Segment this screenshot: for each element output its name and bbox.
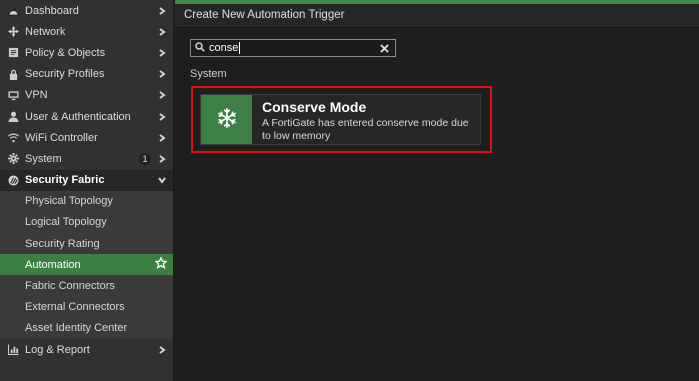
star-icon[interactable] xyxy=(154,256,168,272)
chevron-right-icon xyxy=(157,133,167,143)
wifi-icon xyxy=(7,132,19,144)
nav-security-fabric[interactable]: Security Fabric xyxy=(0,169,173,191)
lock-icon xyxy=(7,68,19,80)
sub-item-external-connectors[interactable]: External Connectors xyxy=(0,296,173,318)
nav-user-authentication[interactable]: User & Authentication xyxy=(0,106,173,127)
notification-badge: 1 xyxy=(139,152,151,165)
trigger-card-conserve-mode[interactable]: Conserve Mode A FortiGate has entered co… xyxy=(200,94,481,145)
nav-vpn[interactable]: VPN xyxy=(0,85,173,106)
clear-icon[interactable] xyxy=(377,41,391,55)
group-heading: System xyxy=(190,68,227,80)
trigger-card-text: Conserve Mode A FortiGate has entered co… xyxy=(252,95,480,144)
nav-label: Security Profiles xyxy=(25,68,105,81)
sub-item-automation[interactable]: Automation xyxy=(0,254,173,276)
sub-item-logical-topology[interactable]: Logical Topology xyxy=(0,211,173,234)
nav-label: Dashboard xyxy=(25,4,79,17)
nav-log-report[interactable]: Log & Report xyxy=(0,339,173,360)
user-icon xyxy=(7,111,19,123)
nav-label: WiFi Controller xyxy=(25,131,98,144)
chevron-right-icon xyxy=(157,154,167,164)
nav-label: Security Fabric xyxy=(25,174,105,187)
sub-item-label: Automation xyxy=(25,258,81,271)
chevron-right-icon xyxy=(157,345,167,355)
nav-wifi-controller[interactable]: WiFi Controller xyxy=(0,127,173,148)
search-input[interactable]: conse xyxy=(190,39,396,57)
chevron-right-icon xyxy=(157,6,167,16)
trigger-title: Conserve Mode xyxy=(262,99,367,115)
sub-item-label: Asset Identity Center xyxy=(25,322,128,335)
nav-policy-objects[interactable]: Policy & Objects xyxy=(0,42,173,63)
main-panel: Create New Automation Trigger conse Syst… xyxy=(175,0,699,381)
nav-dashboard[interactable]: Dashboard xyxy=(0,0,173,21)
nav-security-profiles[interactable]: Security Profiles xyxy=(0,64,173,85)
chevron-right-icon xyxy=(157,90,167,100)
network-icon xyxy=(7,26,19,38)
nav-label: User & Authentication xyxy=(25,110,131,123)
security-fabric-icon xyxy=(7,174,19,186)
sub-item-label: External Connectors xyxy=(25,301,125,314)
policy-icon xyxy=(7,47,19,59)
nav-network[interactable]: Network xyxy=(0,21,173,42)
trigger-tile xyxy=(201,95,252,144)
search-icon xyxy=(195,41,205,55)
dashboard-icon xyxy=(7,5,19,17)
sub-item-asset-identity-center[interactable]: Asset Identity Center xyxy=(0,317,173,339)
sub-item-fabric-connectors[interactable]: Fabric Connectors xyxy=(0,275,173,297)
nav-label: VPN xyxy=(25,89,48,102)
gear-icon xyxy=(7,153,19,165)
search-value[interactable]: conse xyxy=(209,42,377,55)
chevron-right-icon xyxy=(157,69,167,79)
monitor-icon xyxy=(7,89,19,101)
trigger-description: A FortiGate has entered conserve mode du… xyxy=(262,117,469,142)
snowflake-icon xyxy=(216,107,238,132)
page-title-text: Create New Automation Trigger xyxy=(184,8,345,21)
sub-item-security-rating[interactable]: Security Rating xyxy=(0,233,173,255)
sidebar: Dashboard Network Policy & Objects Secur… xyxy=(0,0,174,381)
chevron-down-icon xyxy=(157,175,167,185)
sub-item-label: Fabric Connectors xyxy=(25,280,115,293)
sub-item-label: Physical Topology xyxy=(25,195,113,208)
nav-label: Network xyxy=(25,25,66,38)
nav-label: Policy & Objects xyxy=(25,46,106,59)
sub-item-label: Security Rating xyxy=(25,237,100,250)
chevron-right-icon xyxy=(157,112,167,122)
sub-item-label: Logical Topology xyxy=(25,216,107,229)
chart-icon xyxy=(7,344,19,356)
chevron-right-icon xyxy=(157,48,167,58)
nav-label: Log & Report xyxy=(25,343,90,356)
chevron-right-icon xyxy=(157,27,167,37)
page-title: Create New Automation Trigger xyxy=(175,4,699,26)
sub-item-physical-topology[interactable]: Physical Topology xyxy=(0,190,173,212)
nav-system[interactable]: System 1 xyxy=(0,148,173,169)
nav-label: System xyxy=(25,152,62,165)
